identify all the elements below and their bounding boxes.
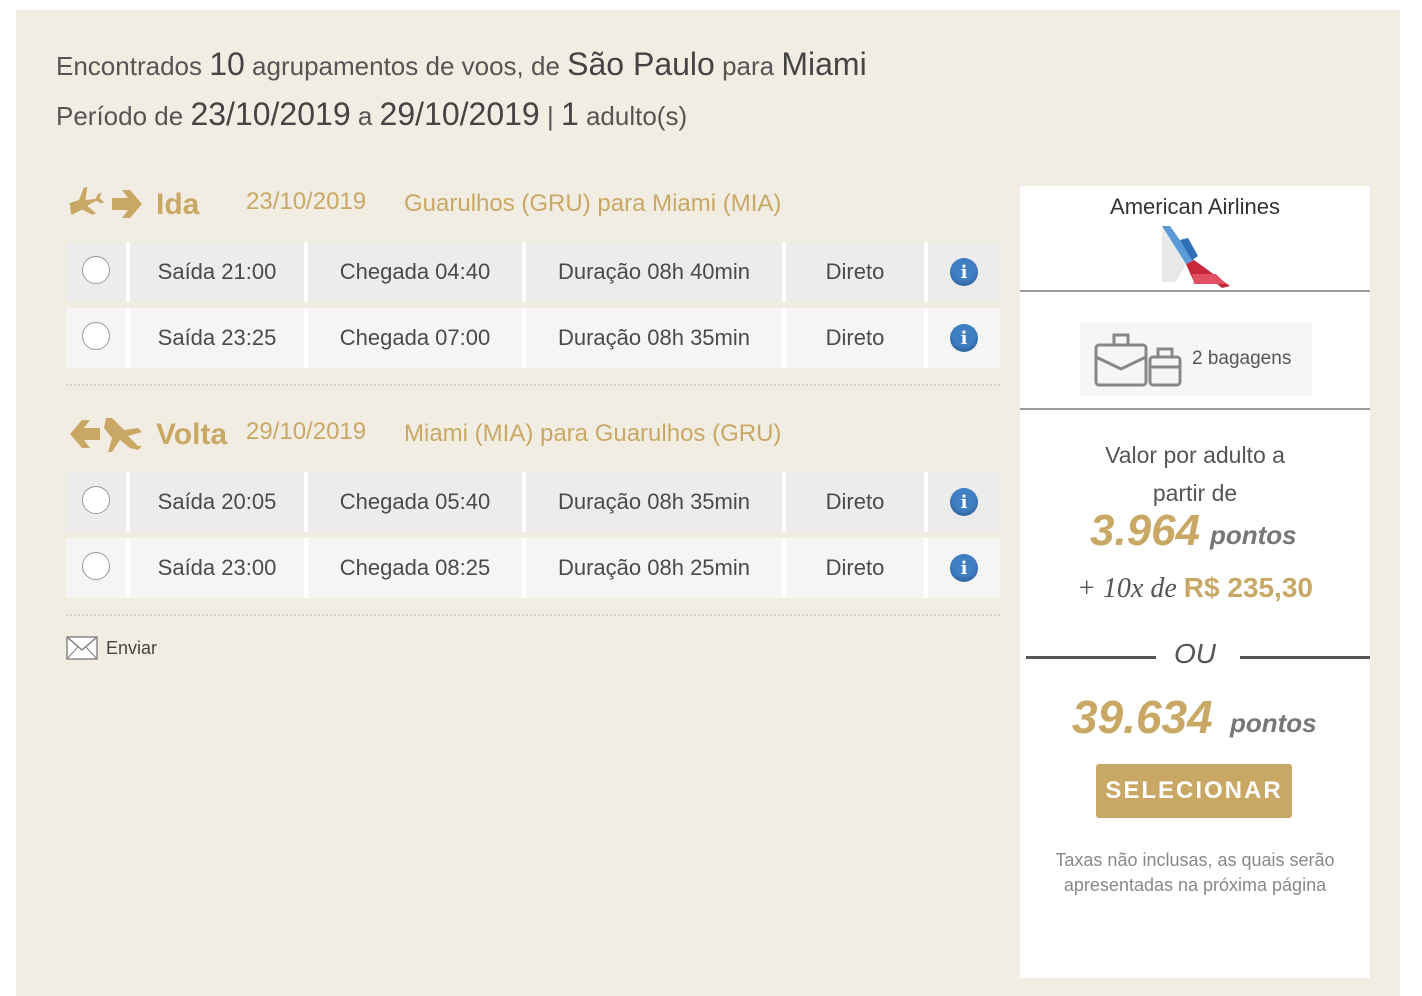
departure-time: Saída 23:25	[126, 308, 304, 368]
arrival-time: Chegada 07:00	[304, 308, 522, 368]
leg-label-volta: Volta	[156, 418, 228, 451]
leg-date: 29/10/2019	[246, 418, 367, 445]
section-divider	[66, 384, 1000, 386]
summary-separator: |	[546, 101, 554, 131]
inbound-header: Volta 29/10/2019 Miami (MIA) para Guarul…	[66, 412, 1006, 462]
price-label: Valor por adulto a partir de	[1105, 442, 1285, 506]
flight-radio[interactable]	[82, 552, 110, 580]
card-divider	[1020, 290, 1370, 292]
points-with-cash: 3.964	[1090, 506, 1201, 555]
leg-label-ida: Ida	[156, 188, 200, 221]
flight-row[interactable]: Saída 21:00 Chegada 04:40 Duração 08h 40…	[66, 242, 1000, 302]
flight-row[interactable]: Saída 23:25 Chegada 07:00 Duração 08h 35…	[66, 308, 1000, 368]
date-from: 23/10/2019	[190, 96, 351, 132]
card-divider	[1020, 408, 1370, 410]
plane-right-arrow-icon	[69, 186, 142, 218]
tax-note: Taxas não inclusas, as quais serão apres…	[1055, 850, 1335, 895]
adult-count: 1	[560, 96, 579, 132]
send-link[interactable]: Enviar	[66, 636, 157, 660]
arrival-time: Chegada 05:40	[304, 472, 522, 532]
flight-row[interactable]: Saída 20:05 Chegada 05:40 Duração 08h 35…	[66, 472, 1000, 532]
flight-row[interactable]: Saída 23:00 Chegada 08:25 Duração 08h 25…	[66, 538, 1000, 598]
flight-duration: Duração 08h 40min	[522, 242, 782, 302]
flight-radio[interactable]	[82, 256, 110, 284]
info-icon[interactable]: i	[950, 324, 978, 352]
flight-duration: Duração 08h 35min	[522, 308, 782, 368]
info-cell: i	[924, 308, 1000, 368]
installment-line: + 10x de R$ 235,30	[1020, 572, 1370, 605]
result-count: 10	[209, 46, 245, 82]
origin-city: São Paulo	[567, 46, 715, 82]
flight-radio[interactable]	[82, 486, 110, 514]
summary-text: agrupamentos de voos, de	[252, 51, 560, 81]
points-only: 39.634	[1072, 691, 1213, 743]
summary-text: para	[722, 51, 775, 81]
summary-line-1: Encontrados 10 agrupamentos de voos, de …	[56, 40, 867, 90]
points-word: pontos	[1230, 708, 1317, 738]
installment-prefix: + 10x de	[1077, 573, 1177, 604]
american-airlines-logo	[1162, 226, 1230, 288]
results-panel: Encontrados 10 agrupamentos de voos, de …	[16, 10, 1400, 996]
baggage-info: 2 bagagens	[1080, 322, 1312, 396]
flight-stops: Direto	[782, 242, 924, 302]
airline-name: American Airlines	[1110, 194, 1280, 219]
or-line-right	[1240, 656, 1370, 659]
or-separator: OU	[1174, 638, 1216, 669]
luggage-icon	[1094, 333, 1182, 387]
points-word: pontos	[1210, 520, 1297, 550]
flight-stops: Direto	[782, 308, 924, 368]
radio-cell	[66, 472, 126, 532]
summary-text: Encontrados	[56, 51, 202, 81]
departure-time: Saída 20:05	[126, 472, 304, 532]
info-cell: i	[924, 538, 1000, 598]
summary-line-2: Período de 23/10/2019 a 29/10/2019 | 1 a…	[56, 90, 867, 140]
info-cell: i	[924, 242, 1000, 302]
radio-cell	[66, 242, 126, 302]
flight-stops: Direto	[782, 538, 924, 598]
outbound-header: Ida 23/10/2019 Guarulhos (GRU) para Miam…	[66, 182, 1006, 232]
summary-text: a	[357, 101, 373, 131]
leg-date: 23/10/2019	[246, 188, 367, 215]
flight-stops: Direto	[782, 472, 924, 532]
summary-text: adulto(s)	[585, 101, 688, 131]
date-to: 29/10/2019	[379, 96, 540, 132]
search-summary: Encontrados 10 agrupamentos de voos, de …	[56, 40, 867, 140]
radio-cell	[66, 538, 126, 598]
departure-time: Saída 21:00	[126, 242, 304, 302]
select-button[interactable]: SELECIONAR	[1096, 764, 1292, 818]
summary-text: Período de	[56, 101, 184, 131]
baggage-count: 2 bagagens	[1192, 348, 1292, 369]
info-icon[interactable]: i	[950, 554, 978, 582]
info-icon[interactable]: i	[950, 258, 978, 286]
arrival-time: Chegada 08:25	[304, 538, 522, 598]
info-cell: i	[924, 472, 1000, 532]
destination-city: Miami	[781, 46, 867, 82]
arrow-left-plane-icon	[70, 418, 142, 452]
offer-card: American Airlines 2 bagagens Valor por a…	[1020, 186, 1370, 978]
send-label: Enviar	[106, 637, 158, 658]
departure-time: Saída 23:00	[126, 538, 304, 598]
flight-duration: Duração 08h 25min	[522, 538, 782, 598]
radio-cell	[66, 308, 126, 368]
envelope-icon	[66, 636, 98, 660]
info-icon[interactable]: i	[950, 488, 978, 516]
leg-route: Guarulhos (GRU) para Miami (MIA)	[404, 190, 782, 217]
flight-duration: Duração 08h 35min	[522, 472, 782, 532]
installment-amount: R$ 235,30	[1183, 572, 1313, 603]
leg-route: Miami (MIA) para Guarulhos (GRU)	[404, 420, 782, 447]
section-divider	[66, 614, 1000, 616]
flight-radio[interactable]	[82, 322, 110, 350]
arrival-time: Chegada 04:40	[304, 242, 522, 302]
